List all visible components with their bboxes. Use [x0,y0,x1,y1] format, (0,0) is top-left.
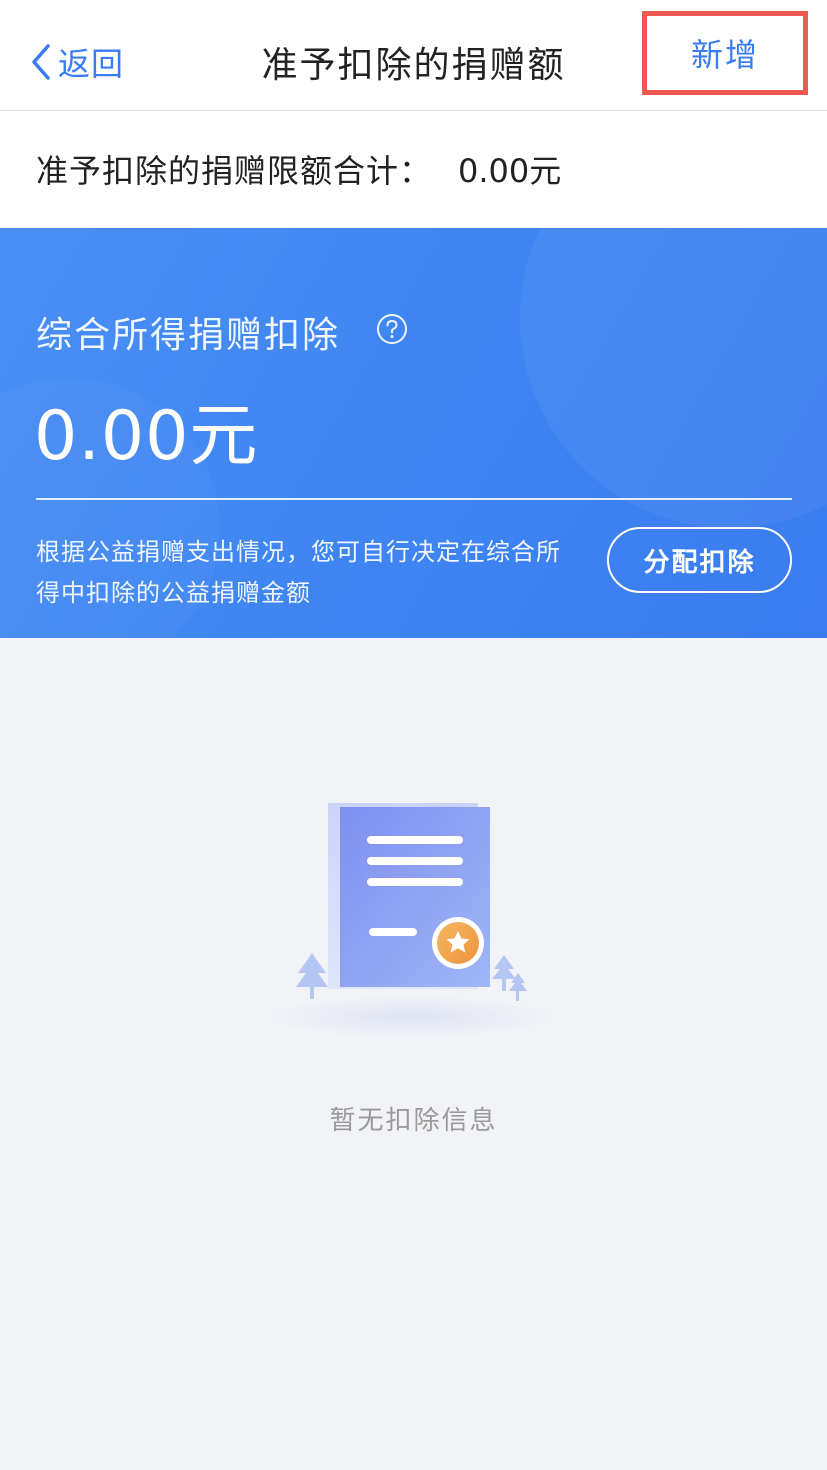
allocate-deduction-button[interactable]: 分配扣除 [607,527,792,593]
card-decoration [520,228,827,528]
total-limit-row: 准予扣除的捐赠限额合计： 0.00元 [0,111,827,228]
add-button-label: 新增 [690,36,759,74]
total-limit-label: 准予扣除的捐赠限额合计： [36,152,433,190]
empty-state-message: 暂无扣除信息 [329,1106,498,1136]
card-title: 综合所得捐赠扣除 [36,315,341,356]
deduction-card: 综合所得捐赠扣除 0.00元 根据公益捐赠支出情况，您可自行决定在综合所得中扣除… [0,228,827,638]
total-limit-value: 0.00元 [458,152,562,190]
add-button[interactable]: 新增 [642,11,808,95]
nav-bar: 返回 准予扣除的捐赠额 新增 [0,0,827,111]
card-divider [36,498,792,500]
document-certificate-icon [260,803,560,1039]
question-circle-icon[interactable] [376,313,408,345]
card-description: 根据公益捐赠支出情况，您可自行决定在综合所得中扣除的公益捐赠金额 [36,538,561,607]
card-amount: 0.00元 [34,397,259,476]
